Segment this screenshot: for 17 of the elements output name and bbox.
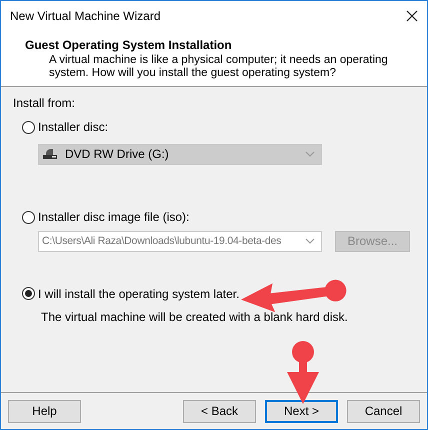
arrow-annotation: [285, 341, 321, 405]
page-description: A virtual machine is like a physical computer; it needs an operating system. How will you install the guest operating system?: [48, 54, 389, 80]
install-from-label: Install from:: [13, 96, 76, 110]
wizard-button[interactable]: < Back: [183, 400, 256, 422]
chevron-icon: [305, 151, 315, 157]
wizard-button[interactable]: Cancel: [347, 400, 420, 422]
radio-option[interactable]: I will install the operating system later.: [22, 286, 240, 300]
wizard-button[interactable]: Next >: [265, 400, 338, 422]
close-icon[interactable]: [406, 10, 418, 22]
page-title: Guest Operating System Installation: [25, 38, 233, 52]
option-note: The virtual machine will be created with a blank hard disk.: [41, 310, 349, 324]
radio-option[interactable]: Installer disc:: [22, 120, 108, 134]
drive-icon: [43, 148, 59, 160]
help-button[interactable]: Help: [8, 400, 81, 422]
chevron-icon: [305, 238, 315, 244]
radio-option[interactable]: Installer disc image file (iso):: [22, 210, 190, 224]
window-title: New Virtual Machine Wizard: [10, 8, 160, 22]
